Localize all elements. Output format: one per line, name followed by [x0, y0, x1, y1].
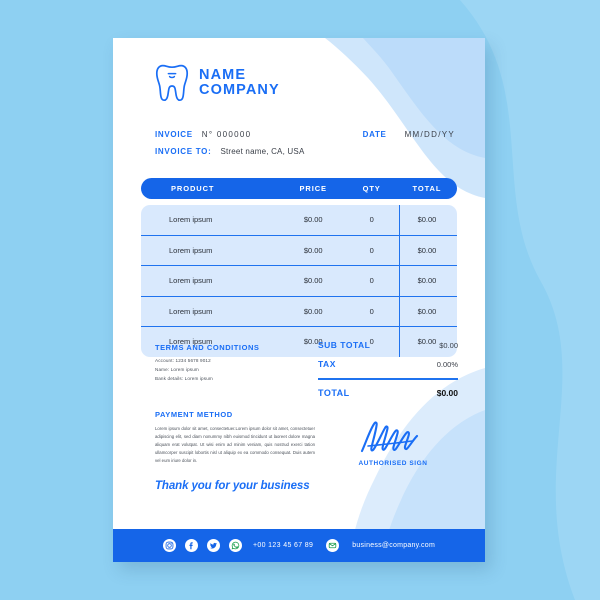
payment-method-body: Lorem ipsum dolor sit amet, consectetuer…	[155, 426, 315, 463]
column-header-total: TOTAL	[412, 184, 442, 193]
thank-you-message: Thank you for your business	[155, 480, 310, 492]
cell-qty: 0	[369, 245, 374, 255]
cell-qty: 0	[369, 276, 374, 286]
cell-product: Lorem ipsum	[169, 245, 213, 255]
payment-method: PAYMENT METHOD Lorem ipsum dolor sit ame…	[155, 410, 315, 465]
cell-product: Lorem ipsum	[169, 276, 213, 286]
twitter-icon[interactable]	[206, 539, 220, 552]
footer-bar: +00 123 45 67 89 business@company.com	[113, 529, 485, 562]
line-items-table: PRODUCT PRICE QTY TOTAL Lorem ipsum $0.0…	[141, 178, 457, 357]
whatsapp-icon[interactable]	[228, 539, 242, 552]
invoice-to-value: Street name, CA, USA	[220, 147, 305, 156]
sub-total-label: SUB TOTAL	[318, 340, 371, 350]
cell-product: Lorem ipsum	[169, 215, 213, 225]
email-icon[interactable]	[326, 539, 340, 552]
cell-price: $0.00	[303, 306, 323, 316]
cell-total: $0.00	[417, 306, 437, 316]
cell-total: $0.00	[417, 215, 437, 225]
grand-total-value: $0.00	[436, 387, 458, 398]
grand-total-row: TOTAL $0.00	[318, 388, 458, 398]
sub-total-row: SUB TOTAL $0.00	[318, 340, 458, 350]
date-value: MM/DD/YY	[404, 130, 455, 139]
invoice-label: INVOICE	[155, 130, 193, 139]
invoice-number-row: INVOICE N° 000000 DATE MM/DD/YY	[155, 130, 455, 139]
table-row: Lorem ipsum $0.00 0 $0.00	[141, 205, 457, 235]
invoice-number-value: N° 000000	[201, 130, 252, 139]
table-row: Lorem ipsum $0.00 0 $0.00	[141, 265, 457, 296]
table-body: Lorem ipsum $0.00 0 $0.00 Lorem ipsum $0…	[141, 205, 457, 357]
tax-value: 0.00%	[436, 360, 458, 369]
terms-line: Name: Lorem ipsum	[155, 367, 199, 373]
table-header-row: PRODUCT PRICE QTY TOTAL	[141, 178, 457, 199]
company-logo: NAME COMPANY	[155, 64, 280, 102]
facebook-icon[interactable]	[184, 539, 198, 552]
instagram-icon[interactable]	[162, 539, 176, 552]
terms-title: TERMS AND CONDITIONS	[155, 343, 260, 352]
authorised-sign-label: AUTHORISED SIGN	[358, 460, 428, 467]
invoice-to-label: INVOICE TO:	[155, 147, 212, 156]
totals-summary: SUB TOTAL $0.00 TAX 0.00% TOTAL $0.00	[318, 340, 458, 407]
brand-name: NAME COMPANY	[199, 66, 280, 98]
cell-product: Lorem ipsum	[169, 306, 213, 316]
grand-total-label: TOTAL	[318, 387, 350, 398]
cell-price: $0.00	[303, 245, 323, 255]
date-label: DATE	[362, 130, 387, 139]
terms-and-conditions: TERMS AND CONDITIONS Account: 1234 5678 …	[155, 343, 305, 386]
table-row: Lorem ipsum $0.00 0 $0.00	[141, 295, 457, 327]
brand-line-2: COMPANY	[199, 82, 280, 98]
cell-total: $0.00	[417, 245, 437, 255]
column-header-qty: QTY	[362, 184, 381, 193]
cell-total: $0.00	[417, 276, 437, 286]
terms-line: Account: 1234 5678 9012	[155, 358, 211, 363]
brand-line-1: NAME	[199, 66, 247, 83]
tax-label: TAX	[318, 359, 336, 369]
tax-row: TAX 0.00%	[318, 359, 458, 369]
column-header-price: PRICE	[299, 184, 327, 193]
tooth-icon	[155, 64, 189, 102]
sub-total-value: $0.00	[439, 341, 458, 350]
cell-price: $0.00	[303, 215, 323, 225]
cell-price: $0.00	[303, 276, 323, 286]
cell-qty: 0	[369, 215, 374, 225]
column-header-product: PRODUCT	[171, 184, 215, 193]
terms-line: Bank details: Lorem ipsum	[155, 376, 213, 382]
footer-email[interactable]: business@company.com	[352, 542, 435, 549]
handwritten-signature-icon	[360, 421, 419, 453]
invoice-card: NAME COMPANY INVOICE N° 000000 DATE MM/D…	[113, 38, 485, 562]
totals-divider	[318, 378, 458, 380]
invoice-to-row: INVOICE TO: Street name, CA, USA	[155, 147, 455, 156]
invoice-date-group: DATE MM/DD/YY	[363, 130, 455, 139]
terms-lines: Account: 1234 5678 9012 Name: Lorem ipsu…	[155, 358, 305, 381]
signature-block: AUTHORISED SIGN	[328, 420, 458, 467]
invoice-meta: INVOICE N° 000000 DATE MM/DD/YY INVOICE …	[155, 130, 455, 164]
footer-phone[interactable]: +00 123 45 67 89	[253, 542, 313, 549]
cell-qty: 0	[369, 306, 374, 316]
table-row: Lorem ipsum $0.00 0 $0.00	[141, 234, 457, 266]
payment-method-title: PAYMENT METHOD	[155, 410, 233, 419]
